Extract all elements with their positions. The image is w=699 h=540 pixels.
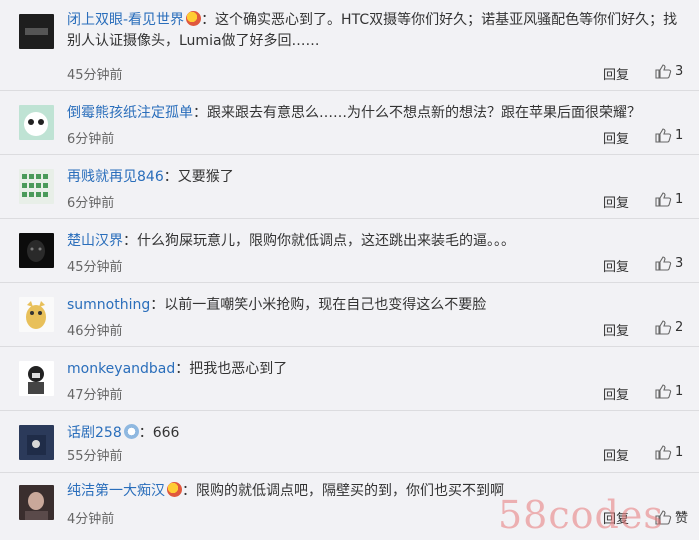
reply-button[interactable]: 回复 [603,256,629,275]
thumb-up-icon [655,256,672,271]
comment-text: ：把我也恶心到了 [175,361,288,377]
like-button[interactable]: 3 [655,255,683,271]
comment-username[interactable]: 闭上双眼-看见世界 [67,12,184,28]
like-count: 赞 [675,511,689,526]
like-count: 1 [675,383,684,399]
avatar[interactable] [19,425,54,460]
comment-item: 话剧258 ：666 55分钟前 回复 1 [0,411,699,474]
reply-button[interactable]: 回复 [603,192,629,211]
comment-item: monkeyandbad：把我也恶心到了 47分钟前 回复 1 [0,347,699,410]
comment-text: ：又要猴了 [163,169,234,185]
comment-item: 闭上双眼-看见世界 ：这个确实恶心到了。HTC双摄等你们好久；诺基亚风骚配色等你们… [0,0,699,90]
comment-text: ：666 [138,425,180,441]
avatar[interactable] [19,361,54,396]
comment-text: ：什么狗屎玩意儿，限购你就低调点，这还跳出来装毛的逼。。。 [123,233,515,249]
comment-item: 纯洁第一大痴汉 ：限购的就低调点吧，隔壁买的到，你们也买不到啊 4分钟前 回复 赞 [0,473,699,536]
comment-item: 倒霉熊孩纸注定孤单：跟来跟去有意思么……为什么不想点新的想法？跟在苹果后面很荣耀… [0,91,699,154]
avatar[interactable] [19,169,54,204]
like-count: 1 [675,191,684,207]
reply-button[interactable]: 回复 [603,508,629,527]
like-count: 3 [675,63,684,79]
like-button[interactable]: 赞 [655,507,688,526]
like-count: 1 [675,127,684,143]
thumb-up-icon [655,320,672,335]
reply-button[interactable]: 回复 [603,320,629,339]
comment-item: 再贱就再见846：又要猴了 6分钟前 回复 1 [0,155,699,218]
comment-time: 4分钟前 [67,512,115,527]
comment-text: ：限购的就低调点吧，隔壁买的到，你们也买不到啊 [182,483,504,499]
vip-badge-icon [167,482,182,497]
comment-item: sumnothing：以前一直嘲笑小米抢购，现在自己也变得这么不要脸 46分钟前… [0,283,699,346]
comment-time: 6分钟前 [67,132,115,147]
reply-button[interactable]: 回复 [603,445,629,464]
like-count: 1 [675,444,684,460]
comment-time: 47分钟前 [67,388,123,403]
level-badge-icon [123,424,139,439]
comment-time: 45分钟前 [67,260,123,275]
vip-badge-icon [186,11,202,26]
like-count: 2 [675,319,684,335]
like-button[interactable]: 1 [655,191,683,207]
like-count: 3 [675,255,684,271]
like-button[interactable]: 2 [655,319,683,335]
comment-username[interactable]: 楚山汉界 [67,233,123,249]
comment-username[interactable]: 话剧258 [67,425,122,441]
comment-username[interactable]: sumnothing [67,297,150,313]
thumb-up-icon [655,128,672,143]
reply-button[interactable]: 回复 [603,64,629,83]
comment-username[interactable]: 再贱就再见846 [67,169,164,185]
avatar[interactable] [19,105,54,140]
reply-button[interactable]: 回复 [603,128,629,147]
comment-time: 46分钟前 [67,324,123,339]
comment-item: 楚山汉界：什么狗屎玩意儿，限购你就低调点，这还跳出来装毛的逼。。。 45分钟前 … [0,219,699,282]
thumb-up-icon [655,445,672,460]
like-button[interactable]: 3 [655,63,683,79]
thumb-up-icon [655,192,672,207]
like-button[interactable]: 1 [655,444,683,460]
avatar[interactable] [19,297,54,332]
comment-time: 6分钟前 [67,196,115,211]
reply-button[interactable]: 回复 [603,384,629,403]
comment-username[interactable]: monkeyandbad [67,361,175,377]
comment-text: ：以前一直嘲笑小米抢购，现在自己也变得这么不要脸 [150,297,487,313]
like-button[interactable]: 1 [655,383,683,399]
comment-username[interactable]: 倒霉熊孩纸注定孤单 [67,105,193,121]
like-button[interactable]: 1 [655,127,683,143]
avatar[interactable] [19,485,54,520]
avatar[interactable] [19,233,54,268]
thumb-up-icon [655,384,672,399]
comment-time: 45分钟前 [67,68,123,83]
thumb-up-icon [655,509,672,525]
comment-username[interactable]: 纯洁第一大痴汉 [67,483,165,499]
comment-text: ：跟来跟去有意思么……为什么不想点新的想法？跟在苹果后面很荣耀？ [193,105,641,121]
comment-time: 55分钟前 [67,449,123,464]
thumb-up-icon [655,64,672,79]
avatar[interactable] [19,14,54,49]
